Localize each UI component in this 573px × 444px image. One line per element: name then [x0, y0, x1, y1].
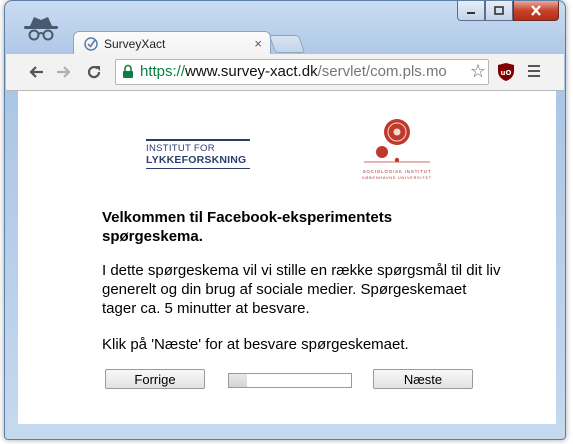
maximize-icon [494, 6, 504, 15]
tab-title: SurveyXact [104, 37, 166, 51]
lock-icon [123, 64, 133, 78]
institut-for-lykkeforskning-logo: INSTITUT FOR LYKKEFORSKNING [146, 139, 250, 169]
survey-heading: Velkommen til Facebook-eksperimentets sp… [102, 209, 393, 245]
progress-fill [229, 374, 248, 387]
reload-button[interactable] [82, 60, 106, 84]
svg-text:uO: uO [501, 69, 512, 77]
browser-toolbar: https://www.survey-xact.dk/servlet/com.p… [6, 54, 564, 91]
incognito-icon [24, 17, 58, 41]
maximize-button[interactable] [485, 1, 513, 21]
tab-close-icon[interactable]: × [254, 36, 262, 51]
menu-icon[interactable] [528, 65, 540, 80]
minimize-icon [467, 11, 475, 14]
surveyxact-favicon-icon [84, 37, 98, 51]
url-host: www.survey-xact.dk [185, 63, 318, 80]
close-button[interactable] [513, 1, 559, 21]
logo-left-line2: LYKKEFORSKNING [146, 154, 247, 166]
previous-button[interactable]: Forrige [105, 369, 205, 389]
minimize-button[interactable] [457, 1, 485, 21]
next-button[interactable]: Næste [373, 369, 473, 389]
forward-icon [57, 66, 71, 78]
address-bar[interactable]: https://www.survey-xact.dk/servlet/com.p… [115, 59, 489, 85]
progress-bar [228, 373, 352, 388]
url-scheme: https:// [140, 63, 186, 80]
url-text: https://www.survey-xact.dk/servlet/com.p… [140, 63, 447, 80]
survey-instruction: Klik på 'Næste' for at besvare spørgeske… [102, 336, 409, 353]
page-content: INSTITUT FOR LYKKEFORSKNING SOCIOLOGISK … [18, 91, 556, 424]
logo-right-caption2: KØBENHAVNS UNIVERSITET [362, 176, 432, 180]
back-button[interactable] [24, 60, 48, 84]
logo-left-line1: INSTITUT FOR [146, 143, 215, 154]
title-bar: SurveyXact × [5, 1, 565, 56]
close-icon [531, 5, 541, 16]
tab-surveyxact[interactable]: SurveyXact × [73, 31, 271, 56]
survey-intro: I dette spørgeskema vil vi stille en ræk… [102, 262, 501, 317]
back-icon [29, 66, 43, 78]
university-seal-icon [364, 119, 430, 163]
reload-icon [87, 65, 101, 79]
new-tab-button[interactable] [268, 35, 306, 53]
ublock-icon[interactable]: uO [497, 62, 515, 82]
url-path: /servlet/com.pls.mo [317, 63, 447, 80]
sociologisk-institut-logo: SOCIOLOGISK INSTITUT KØBENHAVNS UNIVERSI… [358, 116, 436, 186]
logo-right-caption1: SOCIOLOGISK INSTITUT [362, 169, 432, 174]
bookmark-star-icon[interactable]: ☆ [470, 61, 486, 82]
browser-window: SurveyXact × https://www.survey-xact.dk/… [4, 0, 566, 440]
forward-button[interactable] [52, 60, 76, 84]
